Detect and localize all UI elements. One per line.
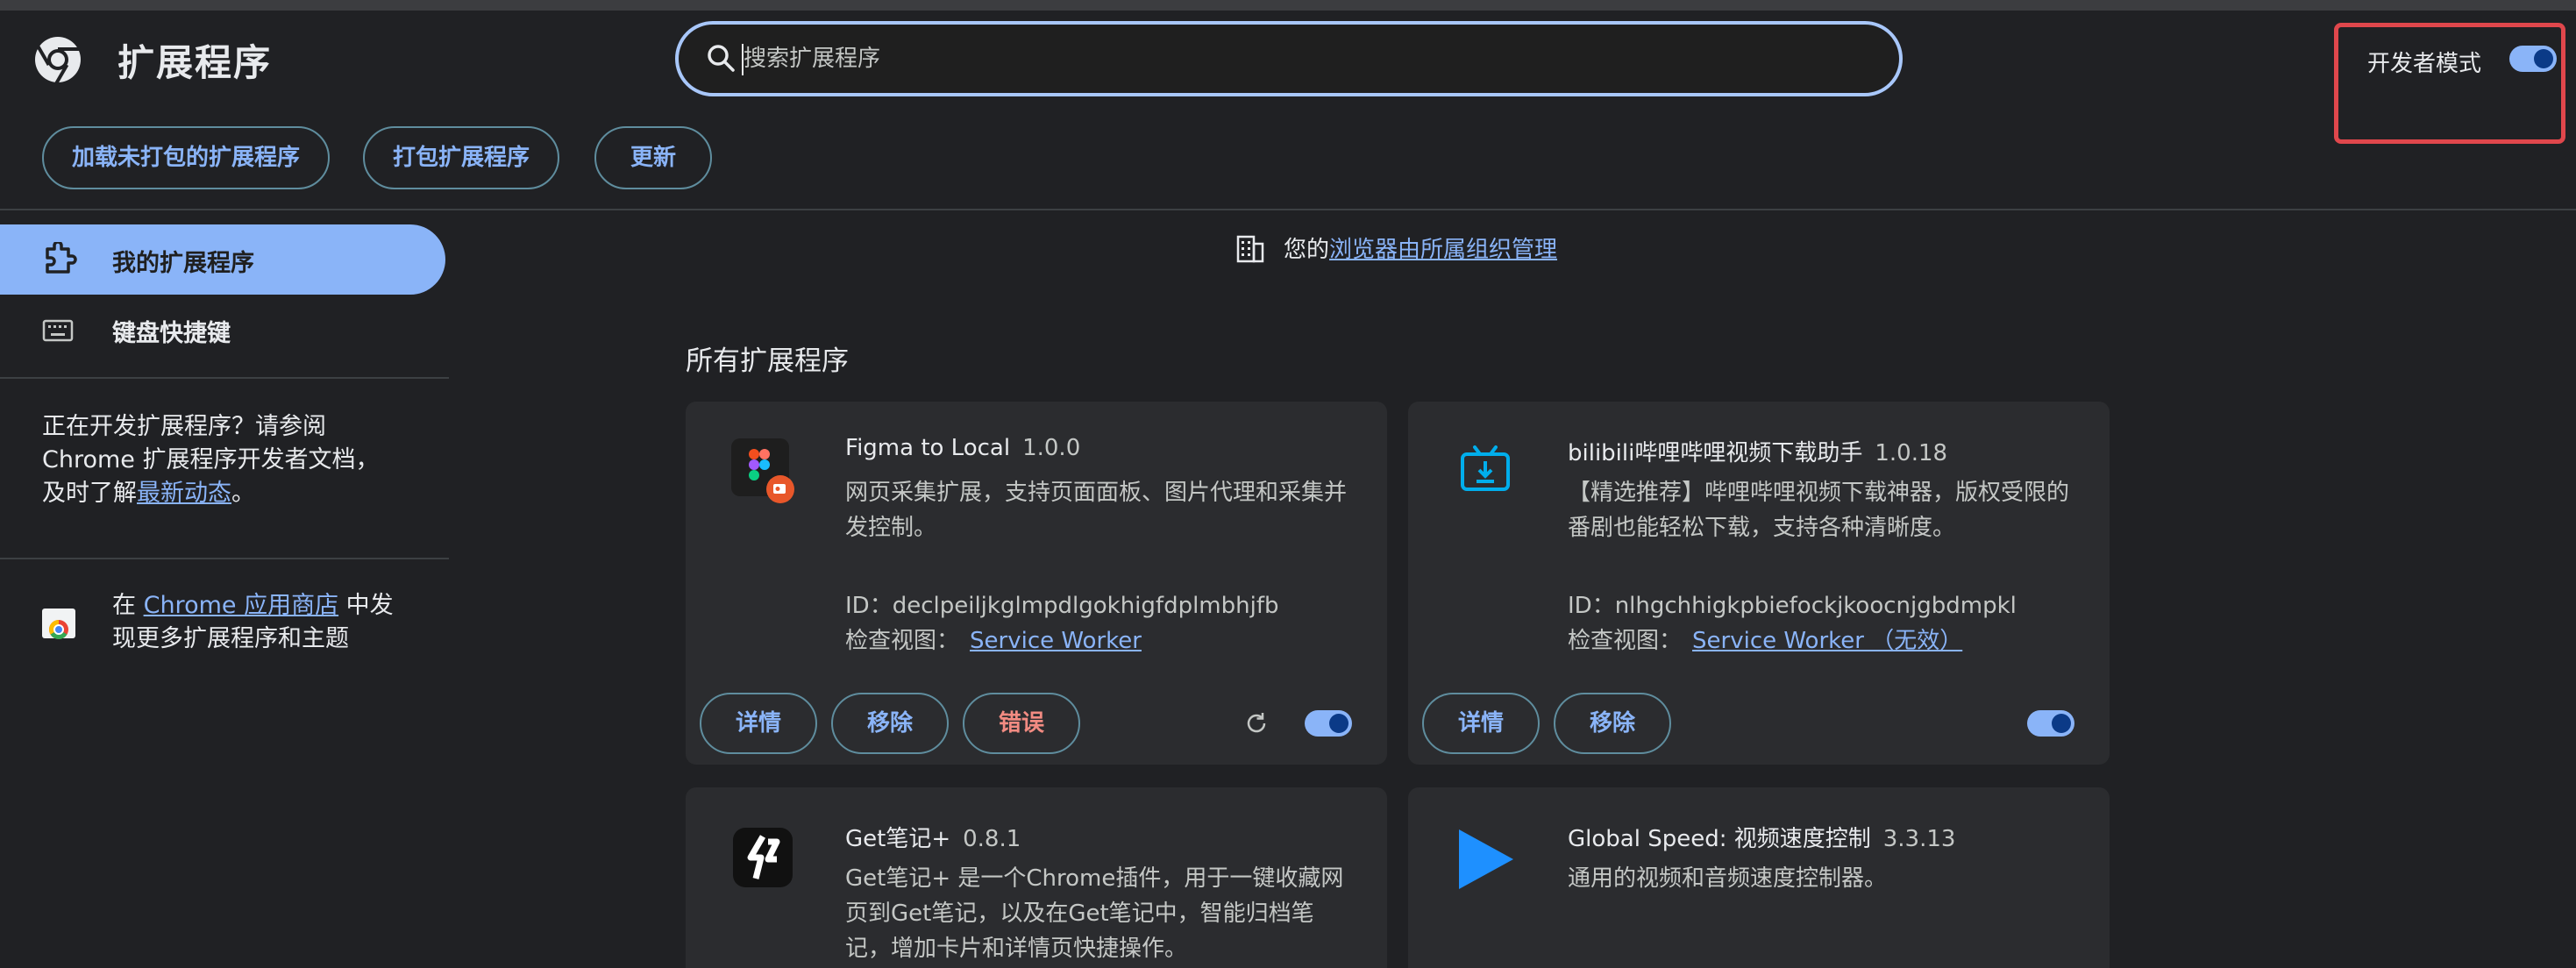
- pack-extension-button[interactable]: 打包扩展程序: [363, 126, 559, 189]
- section-title: 所有扩展程序: [686, 345, 849, 377]
- play-icon: [1459, 829, 1513, 889]
- service-worker-link[interactable]: Service Worker （无效）: [1692, 628, 1962, 654]
- id-value: declpeiljkglmpdlgokhigfdplmbhjfb: [892, 593, 1279, 619]
- load-unpacked-button[interactable]: 加载未打包的扩展程序: [42, 126, 330, 189]
- dev-docs-note: 正在开发扩展程序？请参阅 Chrome 扩展程序开发者文档， 及时了解最新动态。: [42, 410, 380, 510]
- dev-note-line: Chrome 扩展程序开发者文档，: [42, 446, 380, 473]
- version-text: 3.3.13: [1882, 826, 1956, 852]
- dev-note-text: 及时了解: [42, 480, 137, 507]
- extension-enable-toggle[interactable]: [2027, 710, 2074, 737]
- chrome-web-store-icon: [42, 609, 75, 639]
- managed-link[interactable]: 浏览器由所属组织管理: [1329, 237, 1557, 263]
- managed-notice: 您的浏览器由所属组织管理: [1284, 231, 1557, 264]
- extension-name: Figma to Local 1.0.0: [845, 435, 1080, 461]
- details-button[interactable]: 详情: [700, 693, 817, 754]
- search-icon: [708, 45, 735, 72]
- reload-icon[interactable]: [1243, 710, 1270, 737]
- inspect-label: 检查视图：: [1568, 628, 1683, 654]
- dev-mode-toggle[interactable]: [2509, 46, 2557, 72]
- extension-name: Get笔记+ 0.8.1: [845, 821, 1021, 853]
- managed-text: 您的: [1284, 237, 1330, 263]
- chrome-web-store-link[interactable]: Chrome 应用商店: [144, 592, 339, 619]
- extension-description: 【精选推荐】哔哩哔哩视频下载神器，版权受限的番剧也能轻松下载，支持各种清晰度。: [1568, 480, 2070, 541]
- inspect-views: 检查视图： Service Worker （无效）: [1568, 623, 1962, 655]
- sidebar-item-label: 我的扩展程序: [112, 250, 254, 277]
- bilibili-tv-icon: [1461, 445, 1510, 491]
- dev-note-text: 。: [231, 480, 255, 507]
- extension-card: bilibili哔哩哔哩视频下载助手 1.0.18 【精选推荐】哔哩哔哩视频下载神…: [1408, 402, 2110, 765]
- header-divider: [0, 209, 2576, 210]
- extension-name: Global Speed: 视频速度控制 3.3.13: [1568, 821, 1955, 853]
- id-label: ID：: [1568, 593, 1615, 619]
- page-title: 扩展程序: [117, 41, 273, 84]
- remove-button[interactable]: 移除: [831, 693, 949, 754]
- toggle-knob: [2052, 714, 2071, 733]
- building-icon: [1236, 235, 1264, 263]
- version-text: 1.0.18: [1875, 440, 1948, 466]
- store-text: 中发: [338, 592, 394, 619]
- version-text: 0.8.1: [963, 826, 1021, 852]
- name-text: Figma to Local: [845, 435, 1011, 461]
- search-bar[interactable]: [675, 21, 1903, 96]
- extension-description: Get笔记+ 是一个Chrome插件，用于一键收藏网页到Get笔记，以及在Get…: [845, 865, 1344, 962]
- chrome-logo-icon: [35, 37, 81, 84]
- update-button[interactable]: 更新: [594, 126, 712, 189]
- highlight-box: [2334, 23, 2565, 144]
- keyboard-icon: [42, 319, 74, 342]
- details-button[interactable]: 详情: [1422, 693, 1540, 754]
- name-text: bilibili哔哩哔哩视频下载助手: [1568, 440, 1863, 466]
- extension-description: 网页采集扩展，支持页面面板、图片代理和采集并发控制。: [845, 480, 1348, 541]
- service-worker-link[interactable]: Service Worker: [970, 628, 1142, 654]
- extension-card: Global Speed: 视频速度控制 3.3.13 通用的视频和音频速度控制器…: [1408, 787, 2110, 968]
- version-text: 1.0.0: [1022, 435, 1081, 461]
- name-text: Get笔记+: [845, 826, 951, 852]
- id-value: nlhgchhigkpbiefockjkoocnjgbdmpkl: [1614, 593, 2017, 619]
- sidebar-divider: [0, 558, 449, 559]
- sidebar-item-keyboard-shortcuts[interactable]: 键盘快捷键: [112, 314, 231, 348]
- store-text: 在: [112, 592, 144, 619]
- extension-id: ID：declpeiljkglmpdlgokhigfdplmbhjfb: [845, 587, 1278, 620]
- getnote-icon: [733, 828, 793, 887]
- errors-button[interactable]: 错误: [963, 693, 1080, 754]
- extension-id: ID：nlhgchhigkpbiefockjkoocnjgbdmpkl: [1568, 587, 2017, 620]
- store-line: 现更多扩展程序和主题: [112, 625, 349, 652]
- id-label: ID：: [845, 593, 893, 619]
- figma-icon: [731, 438, 794, 503]
- extension-name: bilibili哔哩哔哩视频下载助手 1.0.18: [1568, 435, 1947, 467]
- inspect-label: 检查视图：: [845, 628, 960, 654]
- puzzle-icon: [46, 242, 77, 274]
- dev-note-line: 正在开发扩展程序？请参阅: [42, 413, 326, 440]
- toggle-knob: [2534, 49, 2553, 68]
- extension-card: Get笔记+ 0.8.1 Get笔记+ 是一个Chrome插件，用于一键收藏网页到…: [686, 787, 1387, 968]
- dev-mode-label: 开发者模式: [2367, 51, 2482, 77]
- remove-button[interactable]: 移除: [1554, 693, 1671, 754]
- latest-news-link[interactable]: 最新动态: [137, 480, 231, 507]
- extension-enable-toggle[interactable]: [1305, 710, 1352, 737]
- web-store-note: 在 Chrome 应用商店 中发 现更多扩展程序和主题: [112, 589, 394, 656]
- extension-description: 通用的视频和音频速度控制器。: [1568, 865, 1888, 892]
- sidebar-divider: [0, 377, 449, 379]
- extension-card: Figma to Local 1.0.0 网页采集扩展，支持页面面板、图片代理和采…: [686, 402, 1387, 765]
- toggle-knob: [1329, 714, 1348, 733]
- inspect-views: 检查视图： Service Worker: [845, 623, 1142, 655]
- search-input[interactable]: [744, 37, 1866, 81]
- window-top-strip: [0, 0, 2576, 11]
- name-text: Global Speed: 视频速度控制: [1568, 826, 1871, 852]
